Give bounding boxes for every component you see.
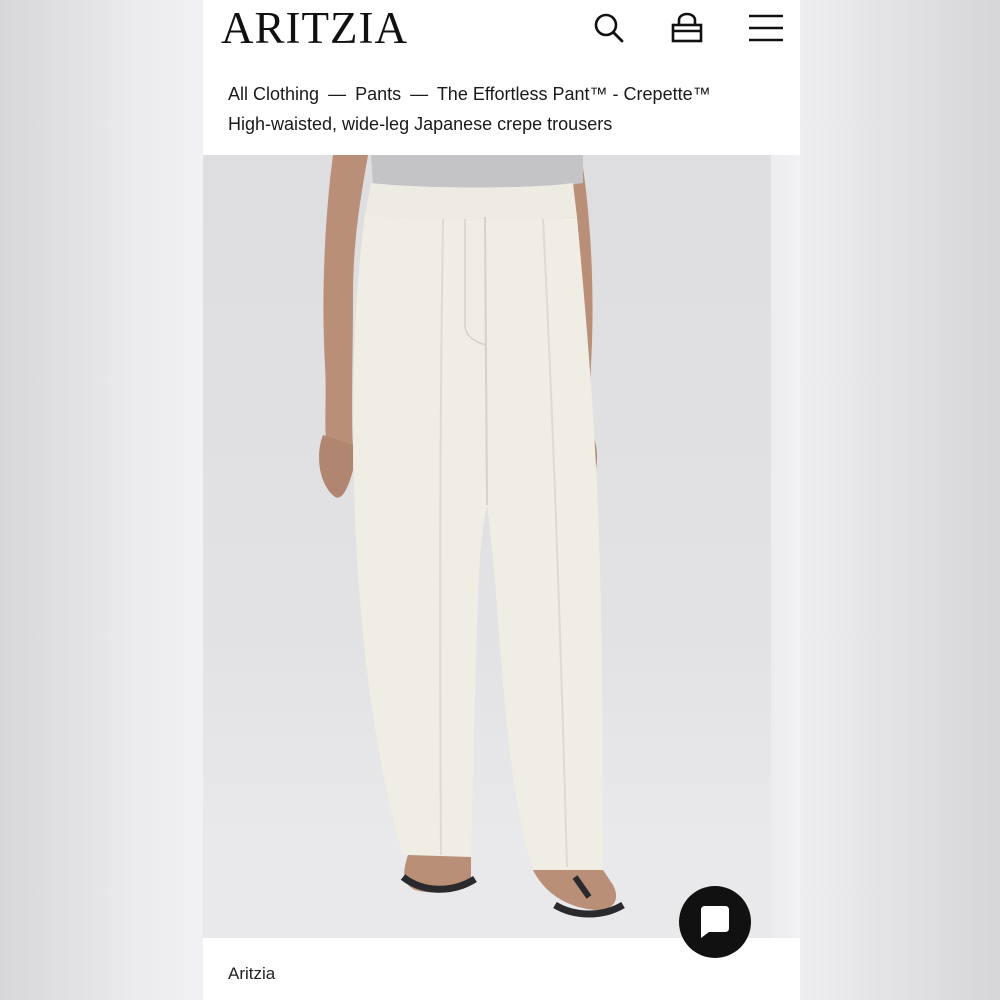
breadcrumb-item-all-clothing[interactable]: All Clothing [228,84,319,104]
breadcrumb-separator: — [328,84,347,104]
breadcrumb-separator: — [410,84,429,104]
breadcrumb-item-pants[interactable]: Pants [355,84,401,104]
search-icon[interactable] [591,10,627,46]
brand-logo[interactable]: ARITZIA [221,4,408,52]
background-right [800,0,1000,1000]
product-brand[interactable]: Aritzia [228,964,275,984]
background-left [0,0,203,1000]
mobile-page: ARITZIA All Clothing — Pants — The Effor… [203,0,800,1000]
breadcrumb: All Clothing — Pants — The Effortless Pa… [228,84,715,105]
next-image-preview[interactable] [771,155,800,938]
chat-bubble-icon [701,906,729,938]
product-subtitle: High-waisted, wide-leg Japanese crepe tr… [228,114,613,134]
top-navigation-bar: ARITZIA [203,0,800,60]
menu-icon[interactable] [747,10,783,46]
product-photo-illustration [203,155,771,938]
product-image[interactable] [203,155,771,938]
chat-button[interactable] [679,886,751,958]
bag-icon[interactable] [669,10,705,46]
breadcrumb-item-product: The Effortless Pant™ - Crepette™ [436,84,711,104]
